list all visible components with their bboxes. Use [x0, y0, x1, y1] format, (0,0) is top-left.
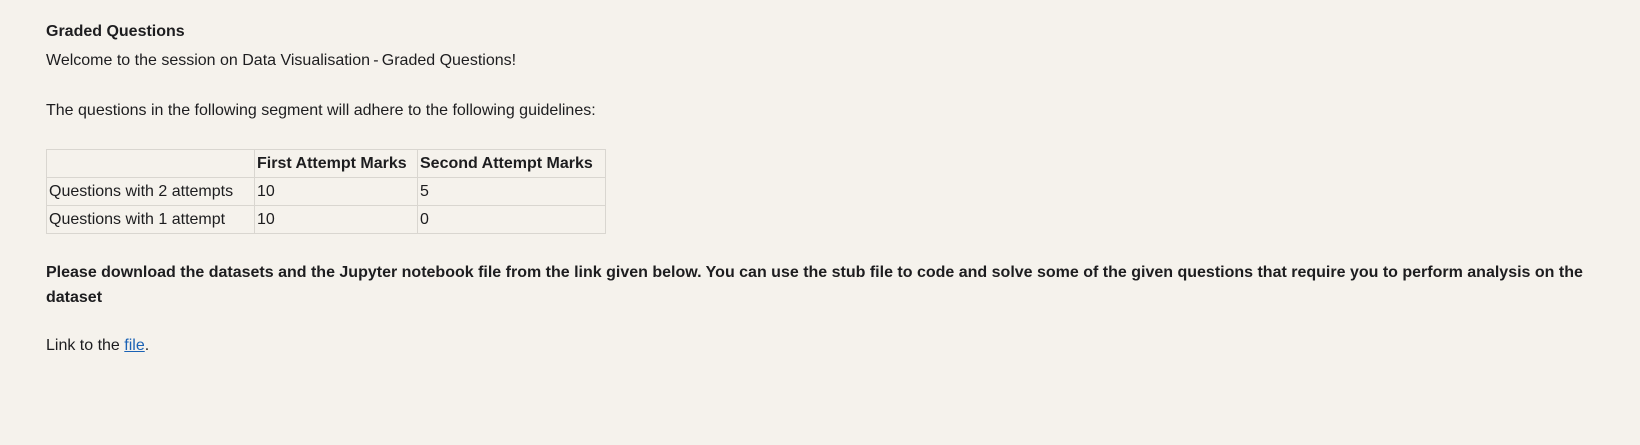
content-area: Graded Questions Welcome to the session … — [46, 20, 1606, 358]
table-header-cell: First Attempt Marks — [254, 149, 418, 178]
section-title: Graded Questions — [46, 23, 185, 40]
table-cell: 10 — [254, 205, 418, 234]
table-cell: 10 — [254, 177, 418, 206]
guidelines-intro: The questions in the following segment w… — [46, 102, 596, 119]
table-row: Questions with 2 attempts 10 5 — [46, 177, 606, 206]
table-header-row: First Attempt Marks Second Attempt Marks — [46, 149, 606, 178]
table-cell: Questions with 1 attempt — [46, 205, 255, 234]
table-header-cell — [46, 149, 255, 178]
table-header-cell: Second Attempt Marks — [417, 149, 606, 178]
table-cell: Questions with 2 attempts — [46, 177, 255, 206]
guidelines-table: First Attempt Marks Second Attempt Marks… — [46, 149, 606, 234]
file-link-line: Link to the file. — [46, 334, 1606, 358]
table-cell: 0 — [417, 205, 606, 234]
table-cell: 5 — [417, 177, 606, 206]
link-suffix: . — [144, 337, 150, 354]
file-link[interactable]: file — [124, 337, 144, 354]
welcome-text: Welcome to the session on Data Visualisa… — [46, 52, 517, 69]
link-prefix: Link to the — [46, 337, 125, 354]
download-instructions: Please download the datasets and the Jup… — [46, 264, 1583, 306]
table-row: Questions with 1 attempt 10 0 — [46, 205, 606, 234]
